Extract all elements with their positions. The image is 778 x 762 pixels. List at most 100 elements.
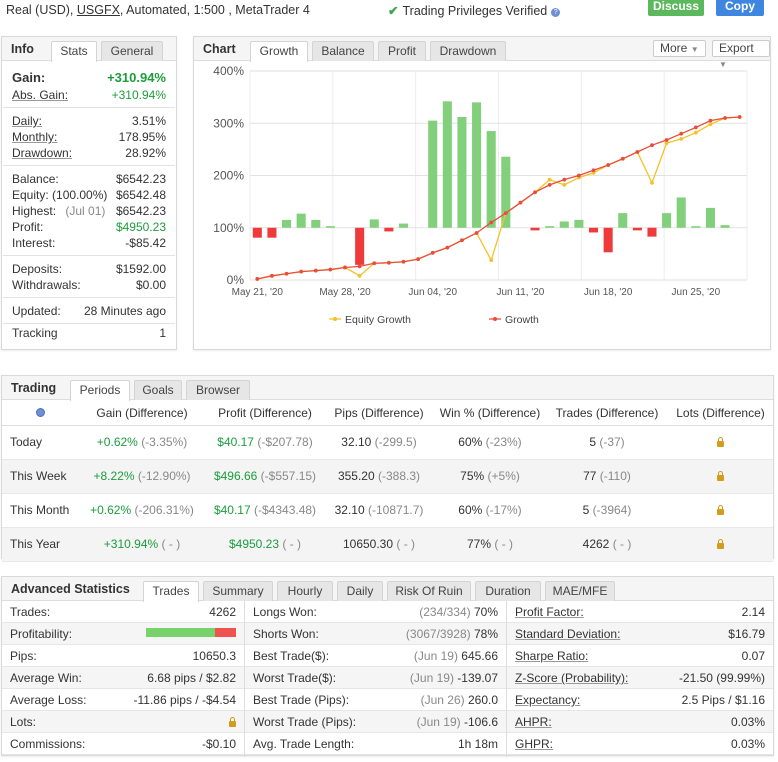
growth-point [723,116,727,120]
legend-label: Equity Growth [345,314,411,326]
profit-bar [384,227,394,232]
growth-point [708,118,713,123]
gain-label: Gain: [12,70,46,85]
x-tick-label: May 28, '20 [319,287,371,298]
tab-general[interactable]: General [101,41,163,61]
lock-icon [717,471,724,481]
tab-drawdown[interactable]: Drawdown [430,41,506,61]
win-cell: 77% ( - ) [434,527,546,562]
profit-value: $4950.23 [115,220,166,234]
discuss-button[interactable]: Discuss [648,0,704,16]
drawdown-label[interactable]: Drawdown: [12,146,72,160]
help-icon[interactable] [35,407,45,417]
column-header: Trades (Difference) [546,401,668,426]
tab-daily[interactable]: Daily [337,581,383,601]
tab-goals[interactable]: Goals [134,380,182,400]
tab-trades[interactable]: Trades [143,581,199,602]
stat-row: Lots: [2,711,244,733]
profit-bar [647,227,657,237]
help-icon[interactable]: ? [551,8,561,17]
export-label: Export [719,41,754,55]
daily-label[interactable]: Daily: [12,114,42,128]
stat-row: Sharpe Ratio: 0.07 [507,645,773,667]
growth-point [270,273,274,278]
stat-label[interactable]: Sharpe Ratio: [515,649,588,663]
profit-bar [282,219,292,228]
tab-duration[interactable]: Duration [475,581,541,601]
stat-label[interactable]: GHPR: [515,737,553,751]
tab-periods[interactable]: Periods [70,380,130,401]
stat-label: Worst Trade (Pips): [253,715,357,729]
tab-growth[interactable]: Growth [250,41,308,62]
checkmark-icon: ✔ [388,4,399,18]
equity-growth-point [357,273,362,278]
advanced-tabs: Advanced Statistics Trades Summary Hourl… [2,577,773,602]
stat-label[interactable]: Standard Deviation: [515,627,620,641]
stat-value: 1h 18m [457,737,498,751]
account-type: Real (USD), [6,3,74,17]
growth-chart[interactable]: 400% 300% 200% 100% 0%May 21, '20 May 28, '20… [194,61,770,349]
account-header: Real (USD), USGFX, Automated, 1:500 , Me… [0,0,778,22]
highest-row: Highest: (Jul 01) $6542.23 [12,204,166,219]
profit-bar [618,213,628,228]
trading-title: Trading [11,381,57,395]
info-panel: Info Stats General Gain: +310.94% Abs. G… [1,36,177,350]
x-tick-label: Jun 04, '20 [408,287,457,298]
tab-browser[interactable]: Browser [186,380,250,400]
tab-stats[interactable]: Stats [51,41,97,62]
stat-label[interactable]: Profit Factor: [515,605,584,619]
growth-point [606,163,611,167]
export-dropdown[interactable]: Export ▼ [712,40,770,69]
broker-link[interactable]: USGFX [77,3,120,17]
stat-label: Best Trade($): [253,649,330,663]
stat-label: Best Trade (Pips): [253,693,350,707]
gain-cell: +8.22% (-12.90%) [78,459,206,494]
stat-row: Longs Won: (234/334) 70% [245,601,506,623]
trade-stats-column: Trades: 4262 Profitability: Pips: 10650.3 Ave… [2,601,244,755]
withdrawals-value: $0.00 [135,278,166,292]
tab-summary[interactable]: Summary [203,581,273,601]
copy-button[interactable]: Copy [716,0,764,16]
stat-label: Average Win: [10,671,82,685]
more-dropdown[interactable]: More ▼ [653,40,706,57]
growth-point [284,271,289,276]
x-tick-label: Jun 11, '20 [496,287,544,298]
stat-label[interactable]: AHPR: [515,715,552,729]
profit-bar [325,226,335,228]
pips-cell: 32.10 (-299.5) [324,425,434,460]
period-label: This Week [2,459,78,494]
withdrawals-label: Withdrawals: [12,278,81,292]
stat-label[interactable]: Z-Score (Probability): [515,671,628,685]
growth-point [445,245,450,250]
growth-point [255,277,260,281]
stat-value: 10650.3 [192,649,236,663]
stat-row: Profitability: [2,623,244,645]
stat-row: Worst Trade($): (Jun 19) -139.07 [245,667,506,689]
abs-gain-label[interactable]: Abs. Gain: [12,88,68,102]
tab-profit[interactable]: Profit [378,41,426,61]
lock-icon [717,539,724,549]
updated-label: Updated: [12,304,61,318]
tab-hourly[interactable]: Hourly [277,581,333,601]
stat-row: Trades: 4262 [2,601,244,623]
stat-value: (234/334) 70% [419,605,498,619]
lots-cell [668,527,773,562]
tab-risk-of-ruin[interactable]: Risk Of Ruin [387,581,471,601]
periods-table: Gain (Difference) Profit (Difference) Pi… [2,401,773,562]
growth-point [386,260,391,265]
table-row: This Week +8.22% (-12.90%) $496.66 (-$557.… [2,459,773,494]
lock-icon [717,437,724,447]
monthly-label[interactable]: Monthly: [12,130,57,144]
stat-value: -21.50 (99.99%) [678,671,765,685]
balance-value: $6542.23 [115,172,166,186]
equity-growth-point [562,183,567,187]
column-header: Profit (Difference) [206,401,324,426]
stat-row: Standard Deviation: $16.79 [507,623,773,645]
highest-label: Highest: (Jul 01) [12,204,106,218]
drawdown-row: Drawdown: 28.92% [12,146,166,161]
stat-label[interactable]: Expectancy: [515,693,580,707]
growth-point [737,115,742,119]
tab-mae-mfe[interactable]: MAE/MFE [545,581,615,601]
tab-balance[interactable]: Balance [312,41,374,61]
x-tick-label: May 21, '20 [232,287,284,298]
